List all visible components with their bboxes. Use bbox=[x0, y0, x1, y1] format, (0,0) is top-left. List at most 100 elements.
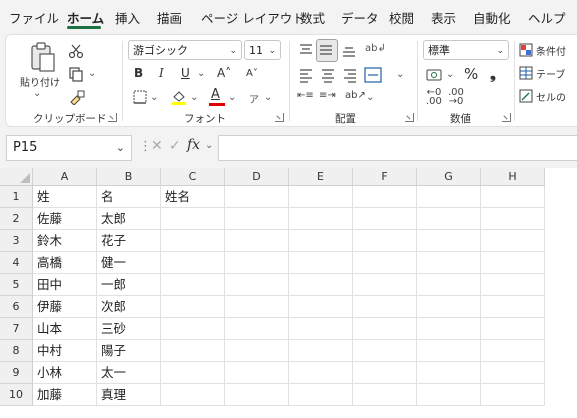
cell-a3[interactable]: 鈴木 bbox=[33, 230, 97, 252]
cell-a4[interactable]: 高橋 bbox=[33, 252, 97, 274]
font-size-combo[interactable]: 11 ⌄ bbox=[244, 40, 281, 60]
cell-f4[interactable] bbox=[353, 252, 417, 274]
fill-color-dropdown-icon[interactable]: ⌄ bbox=[190, 92, 198, 103]
align-left-icon[interactable] bbox=[298, 67, 314, 83]
paste-button[interactable]: 貼り付け bbox=[20, 74, 60, 89]
column-header-b[interactable]: B bbox=[97, 168, 161, 186]
menu-draw[interactable]: 描画 bbox=[157, 8, 182, 27]
cell-e10[interactable] bbox=[289, 384, 353, 406]
cell-d10[interactable] bbox=[225, 384, 289, 406]
row-header-10[interactable]: 10 bbox=[0, 384, 33, 406]
menu-data[interactable]: データ bbox=[341, 8, 379, 27]
conditional-formatting-icon[interactable] bbox=[519, 43, 533, 57]
percent-button[interactable]: % bbox=[464, 65, 478, 83]
cell-f2[interactable] bbox=[353, 208, 417, 230]
cell-b5[interactable]: 一郎 bbox=[97, 274, 161, 296]
grow-font-button[interactable]: A˄ bbox=[217, 66, 231, 80]
row-header-9[interactable]: 9 bbox=[0, 362, 33, 384]
copy-dropdown-icon[interactable]: ⌄ bbox=[88, 68, 96, 79]
borders-dropdown-icon[interactable]: ⌄ bbox=[150, 92, 158, 103]
menu-automate[interactable]: 自動化 bbox=[473, 8, 511, 27]
cell-g2[interactable] bbox=[417, 208, 481, 230]
cell-f9[interactable] bbox=[353, 362, 417, 384]
underline-button[interactable]: U bbox=[181, 66, 190, 80]
cell-e9[interactable] bbox=[289, 362, 353, 384]
font-color-icon[interactable]: A bbox=[209, 87, 225, 107]
cell-d6[interactable] bbox=[225, 296, 289, 318]
wrap-text-icon[interactable]: ab↲ bbox=[365, 43, 386, 54]
cell-styles-button[interactable]: セルの bbox=[536, 89, 566, 104]
menu-view[interactable]: 表示 bbox=[431, 8, 456, 27]
align-right-icon[interactable] bbox=[342, 67, 358, 83]
cell-h9[interactable] bbox=[481, 362, 545, 384]
cell-b9[interactable]: 太一 bbox=[97, 362, 161, 384]
cell-d5[interactable] bbox=[225, 274, 289, 296]
column-header-c[interactable]: C bbox=[161, 168, 225, 186]
align-top-icon[interactable] bbox=[298, 42, 314, 58]
cell-g4[interactable] bbox=[417, 252, 481, 274]
merge-center-icon[interactable] bbox=[364, 66, 382, 84]
increase-decimal-icon[interactable]: ←0.00 bbox=[426, 88, 442, 107]
borders-icon[interactable] bbox=[133, 90, 147, 104]
cell-d9[interactable] bbox=[225, 362, 289, 384]
cell-d3[interactable] bbox=[225, 230, 289, 252]
accounting-format-icon[interactable] bbox=[426, 67, 444, 83]
accounting-dropdown-icon[interactable]: ⌄ bbox=[446, 69, 454, 80]
insert-function-button[interactable]: fx bbox=[187, 137, 200, 153]
cell-d4[interactable] bbox=[225, 252, 289, 274]
format-as-table-button[interactable]: テーブ bbox=[536, 66, 565, 81]
comma-style-button[interactable]: ❟ bbox=[490, 65, 496, 83]
cell-c9[interactable] bbox=[161, 362, 225, 384]
cell-d1[interactable] bbox=[225, 186, 289, 208]
paste-icon[interactable] bbox=[28, 41, 56, 73]
cell-f5[interactable] bbox=[353, 274, 417, 296]
cell-g5[interactable] bbox=[417, 274, 481, 296]
row-header-2[interactable]: 2 bbox=[0, 208, 33, 230]
phonetic-icon[interactable]: ア bbox=[249, 91, 259, 106]
cell-c6[interactable] bbox=[161, 296, 225, 318]
menu-insert[interactable]: 挿入 bbox=[115, 8, 140, 27]
cell-e2[interactable] bbox=[289, 208, 353, 230]
font-name-combo[interactable]: 游ゴシック ⌄ bbox=[128, 40, 242, 60]
cell-g1[interactable] bbox=[417, 186, 481, 208]
cell-b4[interactable]: 健一 bbox=[97, 252, 161, 274]
cell-e1[interactable] bbox=[289, 186, 353, 208]
phonetic-dropdown-icon[interactable]: ⌄ bbox=[264, 92, 272, 103]
cell-a10[interactable]: 加藤 bbox=[33, 384, 97, 406]
row-header-7[interactable]: 7 bbox=[0, 318, 33, 340]
cancel-icon[interactable]: ✕ bbox=[151, 138, 163, 154]
cell-c7[interactable] bbox=[161, 318, 225, 340]
cell-f3[interactable] bbox=[353, 230, 417, 252]
shrink-font-button[interactable]: A˅ bbox=[246, 68, 258, 79]
cell-h2[interactable] bbox=[481, 208, 545, 230]
decrease-decimal-icon[interactable]: .00 →0 bbox=[448, 88, 464, 107]
cell-e5[interactable] bbox=[289, 274, 353, 296]
column-header-g[interactable]: G bbox=[417, 168, 481, 186]
cut-icon[interactable] bbox=[68, 43, 84, 59]
menu-formulas[interactable]: 数式 bbox=[300, 8, 325, 27]
row-header-4[interactable]: 4 bbox=[0, 252, 33, 274]
cell-f7[interactable] bbox=[353, 318, 417, 340]
cell-styles-icon[interactable] bbox=[519, 89, 533, 103]
orientation-icon[interactable]: ab↗ bbox=[345, 90, 366, 101]
underline-dropdown-icon[interactable]: ⌄ bbox=[197, 68, 205, 79]
enter-icon[interactable]: ✓ bbox=[169, 138, 181, 154]
cell-f10[interactable] bbox=[353, 384, 417, 406]
cell-b2[interactable]: 太郎 bbox=[97, 208, 161, 230]
cell-f8[interactable] bbox=[353, 340, 417, 362]
cell-a9[interactable]: 小林 bbox=[33, 362, 97, 384]
cell-h6[interactable] bbox=[481, 296, 545, 318]
cell-a8[interactable]: 中村 bbox=[33, 340, 97, 362]
cell-b7[interactable]: 三砂 bbox=[97, 318, 161, 340]
row-header-8[interactable]: 8 bbox=[0, 340, 33, 362]
cell-g8[interactable] bbox=[417, 340, 481, 362]
cell-g3[interactable] bbox=[417, 230, 481, 252]
merge-dropdown-icon[interactable]: ⌄ bbox=[396, 69, 404, 80]
cell-b10[interactable]: 真理 bbox=[97, 384, 161, 406]
cell-e6[interactable] bbox=[289, 296, 353, 318]
cell-g7[interactable] bbox=[417, 318, 481, 340]
cell-f1[interactable] bbox=[353, 186, 417, 208]
align-middle-icon[interactable] bbox=[318, 42, 334, 58]
format-as-table-icon[interactable] bbox=[519, 66, 533, 80]
cell-c2[interactable] bbox=[161, 208, 225, 230]
